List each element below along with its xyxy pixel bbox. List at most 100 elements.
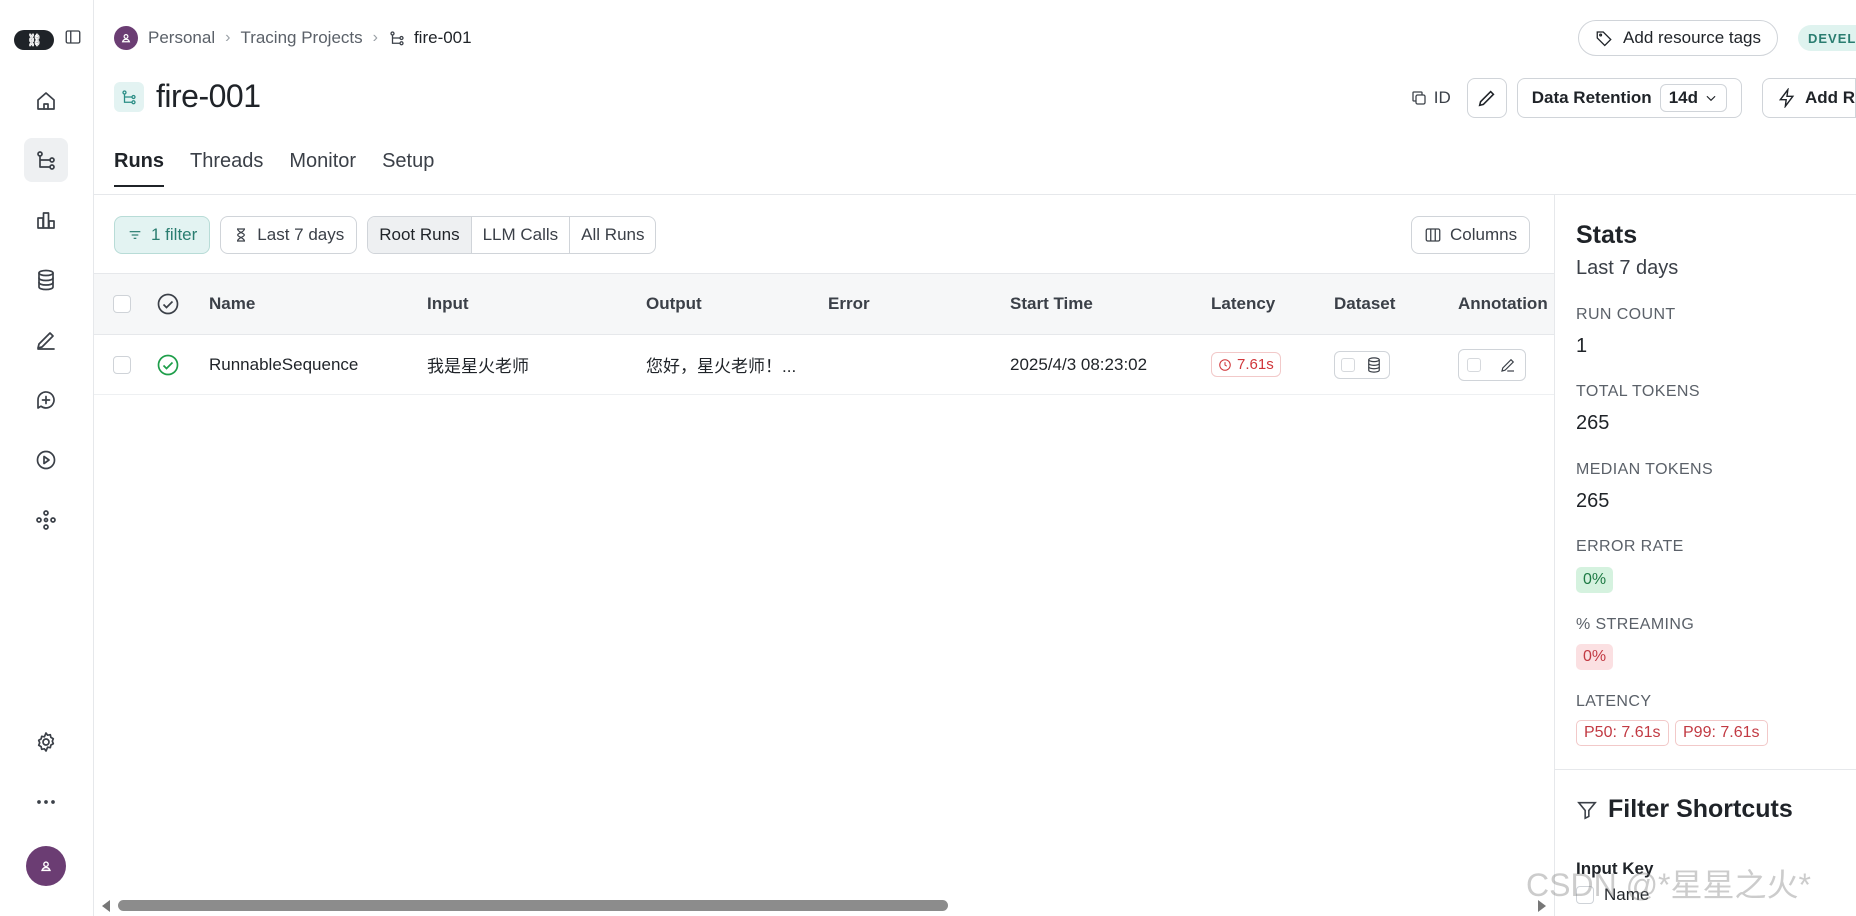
- streaming-label: % STREAMING: [1576, 616, 1695, 633]
- horizontal-scrollbar[interactable]: [94, 896, 1554, 916]
- tab-threads[interactable]: Threads: [190, 150, 263, 187]
- tab-runs[interactable]: Runs: [114, 150, 164, 187]
- dataset-checkbox[interactable]: [1341, 357, 1355, 372]
- segment-all-runs[interactable]: All Runs: [570, 217, 655, 253]
- column-header-latency[interactable]: Latency: [1211, 274, 1275, 334]
- latency-label: LATENCY: [1576, 693, 1652, 710]
- column-header-dataset[interactable]: Dataset: [1334, 274, 1395, 334]
- tab-setup[interactable]: Setup: [382, 150, 434, 187]
- langsmith-logo[interactable]: ⛓: [14, 29, 54, 50]
- segment-llm-calls[interactable]: LLM Calls: [472, 217, 571, 253]
- scrollbar-thumb[interactable]: [118, 900, 948, 911]
- column-header-name[interactable]: Name: [209, 274, 255, 334]
- home-icon[interactable]: [24, 79, 68, 123]
- project-icon: [114, 81, 144, 112]
- select-all-checkbox[interactable]: [113, 274, 131, 334]
- funnel-icon: [1577, 801, 1597, 820]
- collapse-sidebar-icon[interactable]: [64, 28, 82, 51]
- columns-label: Columns: [1450, 225, 1518, 244]
- tab-monitor[interactable]: Monitor: [289, 150, 356, 187]
- add-resource-tags-label: Add resource tags: [1623, 28, 1761, 47]
- stats-divider: [1555, 769, 1856, 770]
- streaming-badge: 0%: [1576, 644, 1614, 670]
- run-annotation: [1458, 335, 1526, 394]
- header-actions: Add resource tags DEVELOPMENT: [1578, 20, 1856, 56]
- column-header-annotation[interactable]: Annotation: [1458, 274, 1548, 334]
- copy-id-button[interactable]: ID: [1410, 88, 1457, 108]
- columns-button[interactable]: Columns: [1411, 216, 1531, 254]
- add-rule-button[interactable]: Add Rule: [1762, 78, 1856, 118]
- filter-label: 1 filter: [151, 225, 198, 244]
- add-to-dataset-control[interactable]: [1334, 350, 1390, 379]
- breadcrumb-current: fire-001: [388, 28, 472, 48]
- latency-p99-badge: P99: 7.61s: [1675, 720, 1768, 746]
- error-rate-label: ERROR RATE: [1576, 538, 1684, 555]
- success-check-icon: [156, 335, 180, 394]
- breadcrumb-section[interactable]: Tracing Projects: [240, 28, 362, 48]
- row-checkbox[interactable]: [113, 335, 131, 394]
- table-row[interactable]: RunnableSequence 我是星火老师 您好，星火老师！... 2025…: [94, 335, 1554, 395]
- pencil-icon[interactable]: [1499, 356, 1517, 374]
- project-icon: [390, 31, 404, 46]
- datasets-icon[interactable]: [24, 258, 68, 302]
- stats-panel: Stats Last 7 days RUN COUNT 1 TOTAL TOKE…: [1554, 195, 1856, 916]
- annotation-checkbox[interactable]: [1467, 357, 1481, 372]
- user-avatar[interactable]: [26, 846, 66, 886]
- tag-icon: [1596, 31, 1612, 47]
- column-header-output[interactable]: Output: [646, 274, 702, 334]
- median-tokens-value: 265: [1576, 490, 1610, 512]
- title-row: fire-001: [114, 78, 261, 115]
- filter-lines-icon: [129, 231, 141, 239]
- tracing-projects-icon[interactable]: [24, 138, 68, 182]
- retention-label: Data Retention: [1531, 88, 1652, 107]
- edit-project-button[interactable]: [1466, 78, 1507, 118]
- prompts-icon[interactable]: [24, 378, 68, 422]
- breadcrumb-current-label: fire-001: [413, 28, 472, 47]
- segment-root-runs[interactable]: Root Runs: [368, 217, 472, 253]
- run-dataset: [1334, 335, 1390, 394]
- logo-row: ⛓: [14, 28, 82, 51]
- title-actions: ID Data Retention 14d Add Rule: [1410, 78, 1856, 118]
- copy-icon: [1412, 91, 1426, 105]
- add-resource-tags-button[interactable]: Add resource tags: [1578, 20, 1778, 56]
- run-start-time: 2025/4/3 08:23:02: [1010, 354, 1148, 374]
- run-input: 我是星火老师: [427, 357, 529, 376]
- stats-period: Last 7 days: [1576, 257, 1679, 279]
- annotation-icon[interactable]: [24, 318, 68, 362]
- error-rate-badge: 0%: [1576, 567, 1614, 593]
- data-retention-dropdown[interactable]: Data Retention 14d: [1516, 78, 1742, 118]
- column-header-start-time[interactable]: Start Time: [1010, 274, 1093, 334]
- filter-shortcuts-title: Filter Shortcuts: [1608, 795, 1793, 823]
- playground-icon[interactable]: [24, 438, 68, 482]
- run-name[interactable]: RunnableSequence: [209, 335, 358, 394]
- run-count-value: 1: [1576, 335, 1588, 357]
- time-range-button[interactable]: Last 7 days: [220, 216, 358, 254]
- latency-value: 7.61s: [1237, 356, 1274, 373]
- run-output: 您好，星火老师！...: [646, 357, 797, 376]
- columns-icon: [1425, 228, 1441, 242]
- settings-icon[interactable]: [24, 720, 68, 764]
- run-type-segmented: Root Runs LLM Calls All Runs: [367, 216, 657, 254]
- deployments-icon[interactable]: [24, 498, 68, 542]
- stats-title: Stats: [1576, 221, 1638, 249]
- chevron-down-icon: [1706, 95, 1716, 102]
- id-label: ID: [1433, 88, 1451, 107]
- median-tokens-label: MEDIAN TOKENS: [1576, 461, 1714, 478]
- environment-badge: DEVELOPMENT: [1798, 25, 1856, 51]
- scroll-left-arrow[interactable]: [102, 900, 110, 912]
- column-header-input[interactable]: Input: [427, 274, 469, 334]
- monitoring-icon[interactable]: [24, 198, 68, 242]
- lightning-icon: [1778, 88, 1795, 108]
- more-icon[interactable]: [24, 780, 68, 824]
- total-tokens-label: TOTAL TOKENS: [1576, 383, 1700, 400]
- runs-toolbar: 1 filter Last 7 days Root Runs LLM Calls…: [114, 216, 657, 254]
- breadcrumb-workspace[interactable]: Personal: [148, 28, 215, 48]
- column-header-error[interactable]: Error: [828, 274, 870, 334]
- filter-button[interactable]: 1 filter: [114, 216, 211, 254]
- chevron-right-icon: ›: [372, 29, 378, 46]
- hourglass-icon: [237, 228, 246, 242]
- latency-badge: 7.61s: [1211, 352, 1281, 377]
- watermark: CSDN @*星星之火*: [1526, 867, 1811, 903]
- annotate-control[interactable]: [1458, 348, 1526, 381]
- database-icon[interactable]: [1365, 356, 1383, 374]
